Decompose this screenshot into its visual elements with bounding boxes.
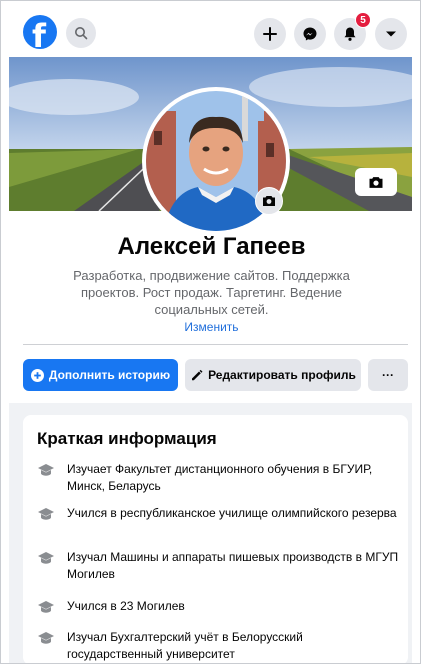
graduation-cap-icon (37, 551, 59, 570)
cover-camera-button[interactable] (355, 168, 397, 196)
plus-icon (263, 27, 277, 41)
intro-title: Краткая информация (37, 429, 217, 448)
add-story-button[interactable]: Дополнить историю (23, 359, 178, 391)
profile-bio: Разработка, продвижение сайтов. Поддержк… (73, 268, 350, 317)
intro-item: Учился в республиканское училище олимпий… (37, 505, 399, 526)
plus-circle-icon (30, 368, 44, 382)
add-story-label: Дополнить историю (48, 368, 171, 382)
create-button[interactable] (254, 18, 286, 50)
more-button[interactable]: ··· (368, 359, 408, 391)
graduation-cap-icon (37, 463, 59, 482)
search-icon (75, 27, 88, 40)
edit-profile-label: Редактировать профиль (208, 368, 356, 382)
graduation-cap-icon (37, 507, 59, 526)
messenger-icon (303, 27, 317, 41)
search-button[interactable] (66, 18, 96, 48)
pencil-icon (190, 369, 203, 382)
avatar-camera-button[interactable] (255, 187, 283, 215)
divider (23, 344, 408, 345)
profile-name: Алексей Гапеев (117, 233, 306, 260)
camera-icon (369, 176, 383, 188)
graduation-cap-icon (37, 600, 59, 619)
intro-card: Краткая информация Изучает Факультет дис… (23, 415, 408, 663)
facebook-logo[interactable]: f (23, 15, 57, 55)
edit-bio-link[interactable]: Изменить (1, 320, 420, 334)
edit-profile-button[interactable]: Редактировать профиль (185, 359, 361, 391)
bell-icon (344, 27, 356, 41)
account-menu-button[interactable] (375, 18, 407, 50)
intro-item: Учился в 23 Могилев (37, 598, 399, 619)
messenger-button[interactable] (294, 18, 326, 50)
more-icon: ··· (382, 368, 394, 382)
camera-icon (263, 196, 275, 206)
notifications-badge: 5 (355, 12, 371, 28)
mobile-profile-page: f 5 Алексей Гапеев Разработка, продвижен… (0, 0, 421, 664)
top-bar: f 5 (1, 1, 420, 57)
caret-down-icon (386, 31, 396, 37)
intro-item: Изучал Бухгалтерский учёт в Белорусский … (37, 629, 399, 663)
intro-item: Изучал Машины и аппараты пишевых произво… (37, 549, 399, 583)
intro-item: Изучает Факультет дистанционного обучени… (37, 461, 399, 495)
graduation-cap-icon (37, 631, 59, 650)
